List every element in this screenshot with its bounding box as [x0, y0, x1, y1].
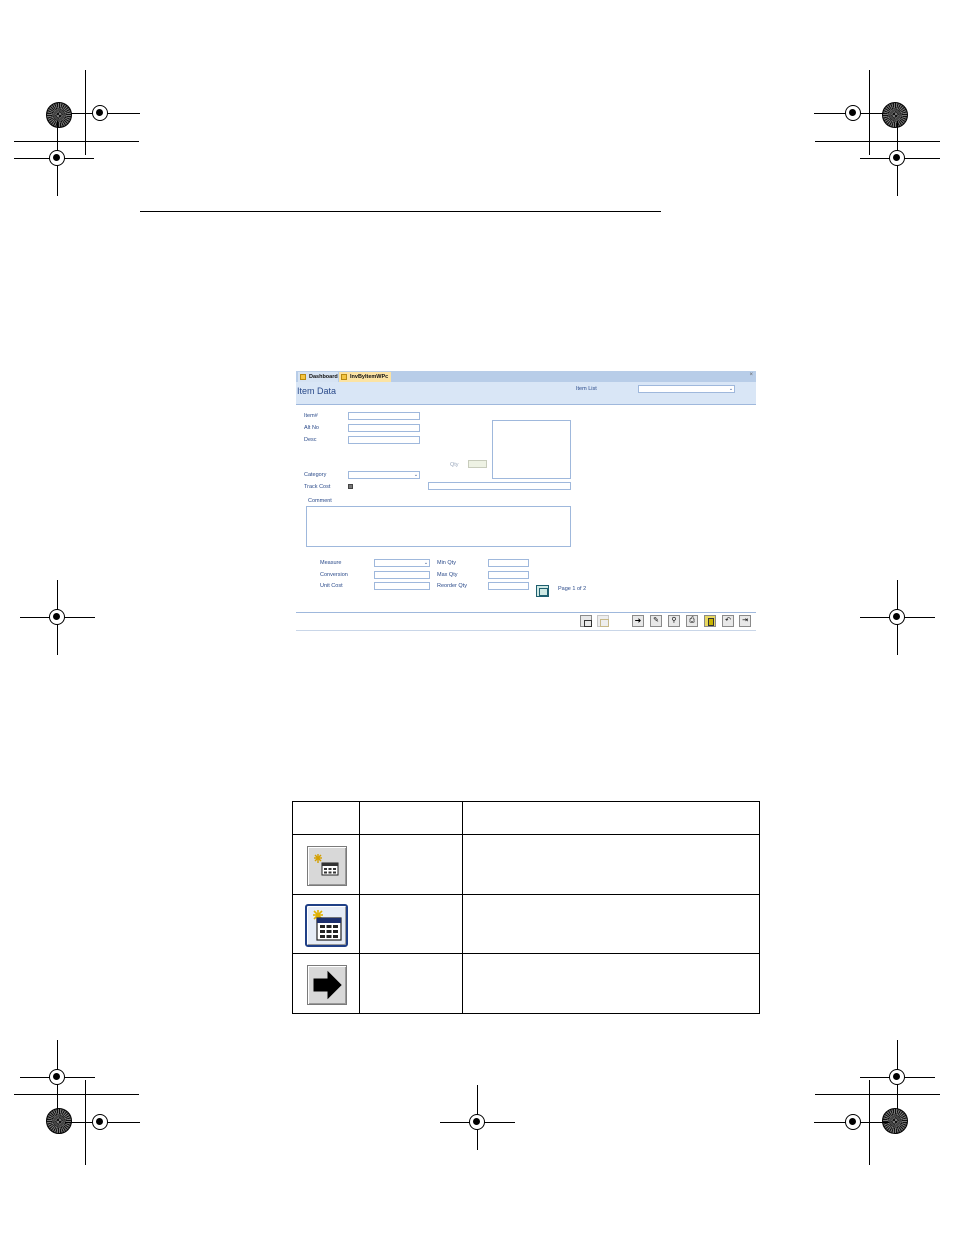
- close-icon[interactable]: ×: [749, 372, 753, 378]
- reorder-qty-label: Reorder Qty: [437, 583, 467, 589]
- form-title: Item Data: [297, 386, 337, 396]
- chevron-down-icon[interactable]: ⌄: [413, 472, 419, 478]
- chevron-down-icon[interactable]: ⌄: [728, 386, 734, 392]
- registration-mark: [49, 609, 65, 625]
- category-combo[interactable]: ⌄: [348, 471, 420, 479]
- edit-icon[interactable]: ✎: [650, 615, 662, 627]
- category-label: Category: [304, 472, 327, 478]
- arrow-right-icon: [307, 965, 347, 1005]
- tab-dashboard[interactable]: Dashboard: [298, 372, 338, 382]
- registration-star: [882, 102, 908, 128]
- registration-mark: [845, 1114, 861, 1130]
- conversion-label: Conversion: [320, 572, 348, 578]
- item-number-field[interactable]: [348, 412, 420, 420]
- registration-star: [882, 1108, 908, 1134]
- registration-mark: [889, 150, 905, 166]
- item-list-combo[interactable]: ⌄: [638, 385, 735, 393]
- table-row-divider: [293, 894, 759, 895]
- table-row-divider: [293, 953, 759, 954]
- document-tab-bar: Dashboard InvByItemWPc ×: [296, 371, 756, 382]
- item-image-box[interactable]: [492, 420, 571, 479]
- form-icon: [341, 374, 347, 380]
- track-cost-checkbox[interactable]: [348, 484, 353, 489]
- search-icon[interactable]: ⚲: [668, 615, 680, 627]
- min-qty-label: Min Qty: [437, 560, 456, 566]
- chevron-down-icon[interactable]: ⌄: [423, 560, 429, 566]
- header-rule: [140, 211, 661, 212]
- registration-mark: [469, 1114, 485, 1130]
- footer-bottom-line: [296, 630, 756, 631]
- max-qty-label: Max Qty: [437, 572, 458, 578]
- item-number-label: Item#: [304, 413, 318, 419]
- unit-cost-field[interactable]: [374, 582, 430, 590]
- registration-star: [46, 1108, 72, 1134]
- page-indicator: Page 1 of 2: [558, 586, 587, 592]
- registration-mark: [49, 1069, 65, 1085]
- registration-mark: [92, 105, 108, 121]
- delete-icon[interactable]: [704, 615, 716, 627]
- alt-no-field[interactable]: [348, 424, 420, 432]
- new-datasheet-icon: [305, 904, 348, 947]
- desc-field[interactable]: [348, 436, 420, 444]
- unit-cost-label: Unit Cost: [320, 583, 343, 589]
- new-record-icon: [307, 846, 347, 886]
- new-record-icon[interactable]: [580, 615, 592, 627]
- table-row-divider: [293, 834, 759, 835]
- footer-divider: [296, 612, 756, 613]
- measure-combo[interactable]: ⌄: [374, 559, 430, 567]
- desc-label: Desc: [304, 437, 317, 443]
- max-qty-field[interactable]: [488, 571, 529, 579]
- registration-mark: [889, 609, 905, 625]
- item-data-form: Dashboard InvByItemWPc × Item Data Item …: [296, 371, 756, 631]
- tab-invbyitemwpc[interactable]: InvByItemWPc: [339, 372, 391, 382]
- print-icon[interactable]: ⎙: [686, 615, 698, 627]
- new-datasheet-icon: [597, 615, 609, 627]
- measure-label: Measure: [320, 560, 342, 566]
- icon-table: [292, 801, 760, 1014]
- conversion-field[interactable]: [374, 571, 430, 579]
- qty-field: [468, 460, 487, 468]
- arrow-right-icon[interactable]: ➜: [632, 615, 644, 627]
- comment-field[interactable]: [306, 506, 571, 547]
- undo-icon[interactable]: ↶: [722, 615, 734, 627]
- registration-mark: [889, 1069, 905, 1085]
- track-cost-field[interactable]: [428, 482, 571, 490]
- registration-star: [46, 102, 72, 128]
- qty-label: Qty: [450, 462, 459, 468]
- registration-mark: [845, 105, 861, 121]
- track-cost-label: Track Cost: [304, 484, 331, 490]
- form-header: Item Data Item List ⌄: [296, 382, 756, 405]
- min-qty-field[interactable]: [488, 559, 529, 567]
- form-icon: [300, 374, 306, 380]
- registration-mark: [92, 1114, 108, 1130]
- item-list-label: Item List: [576, 386, 597, 392]
- comment-label: Comment: [308, 498, 332, 504]
- exit-icon[interactable]: ⇥: [739, 615, 751, 627]
- alt-no-label: Alt No: [304, 425, 319, 431]
- reorder-qty-field[interactable]: [488, 582, 529, 590]
- page-toggle-icon[interactable]: [536, 585, 549, 597]
- registration-mark: [49, 150, 65, 166]
